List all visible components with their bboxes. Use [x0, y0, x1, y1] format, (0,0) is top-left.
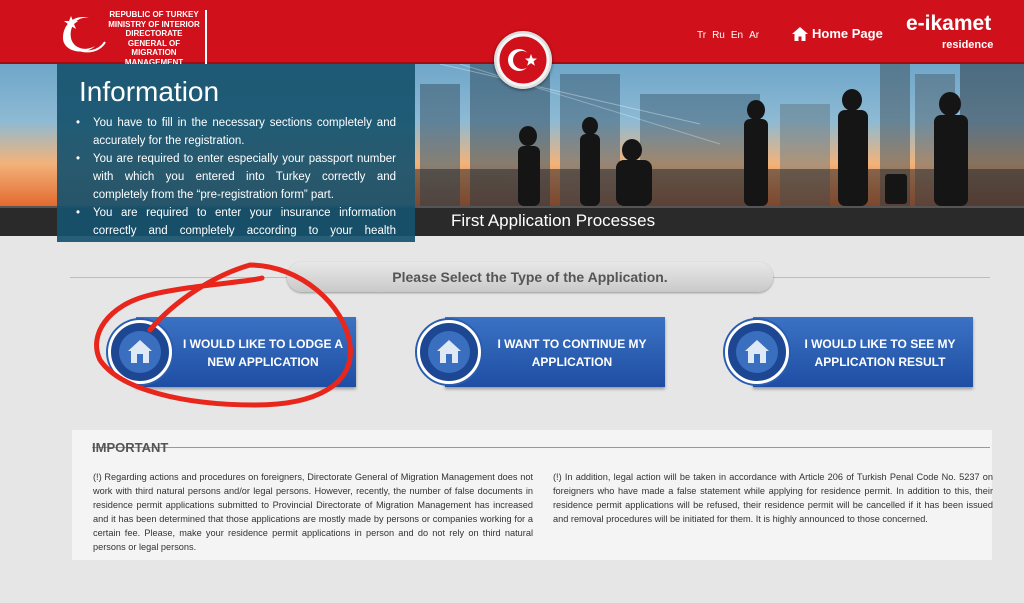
button-label-line: APPLICATION RESULT: [814, 355, 946, 369]
important-divider: [92, 447, 990, 448]
important-title: IMPORTANT: [92, 440, 169, 455]
button-label: I WANT TO CONTINUE MY APPLICATION: [481, 335, 663, 371]
important-notice-right: (!) In addition, legal action will be ta…: [553, 472, 993, 524]
home-icon: [792, 26, 808, 41]
turkish-flag-icon: [496, 33, 550, 87]
button-label: I WOULD LIKE TO SEE MY APPLICATION RESUL…: [789, 335, 971, 371]
button-label-line: I WANT TO CONTINUE MY: [497, 337, 647, 351]
information-panel: Information You have to fill in the nece…: [57, 64, 415, 242]
house-icon: [428, 331, 470, 373]
select-type-heading: Please Select the Type of the Applicatio…: [392, 269, 668, 285]
language-selector: Tr Ru En Ar: [697, 30, 759, 41]
important-notice-left: (!) Regarding actions and procedures on …: [93, 472, 533, 552]
button-icon-circle: [417, 320, 481, 384]
lang-ar[interactable]: Ar: [749, 30, 759, 41]
continue-application-button[interactable]: I WANT TO CONTINUE MY APPLICATION: [417, 317, 665, 387]
lodge-new-application-button[interactable]: I WOULD LIKE TO LODGE A NEW APPLICATION: [108, 317, 356, 387]
button-label-line: APPLICATION: [531, 355, 613, 369]
brand-line: MINISTRY OF INTERIOR: [108, 19, 200, 29]
button-icon-circle: [725, 320, 789, 384]
button-label-line: I WOULD LIKE TO SEE MY: [804, 337, 956, 351]
e-ikamet-wordmark: e-ikamet: [906, 12, 992, 35]
button-label-line: I WOULD LIKE TO LODGE A: [183, 337, 343, 351]
ministry-logo[interactable]: REPUBLIC OF TURKEY MINISTRY OF INTERIOR …: [55, 8, 207, 67]
information-item: You are required to enter especially you…: [76, 150, 396, 204]
see-application-result-button[interactable]: I WOULD LIKE TO SEE MY APPLICATION RESUL…: [725, 317, 973, 387]
e-ikamet-subtitle: residence: [942, 39, 994, 51]
house-icon: [119, 331, 161, 373]
button-label-line: NEW APPLICATION: [207, 355, 319, 369]
information-item: You have to fill in the necessary sectio…: [76, 114, 396, 150]
brand-line: REPUBLIC OF TURKEY: [109, 10, 199, 19]
lang-ru[interactable]: Ru: [712, 30, 725, 41]
information-title: Information: [79, 76, 220, 107]
e-ikamet-logo[interactable]: e-ikamet residence: [906, 12, 1006, 56]
turkish-flag-badge: [494, 31, 552, 89]
home-page-link[interactable]: Home Page: [792, 26, 883, 41]
select-type-bar: Please Select the Type of the Applicatio…: [287, 262, 773, 292]
lang-en[interactable]: En: [731, 30, 743, 41]
information-item: You are required to enter your insurance…: [76, 204, 396, 242]
crescent-star-icon: [63, 16, 106, 53]
page-title: First Application Processes: [451, 211, 656, 230]
button-label: I WOULD LIKE TO LODGE A NEW APPLICATION: [172, 335, 354, 371]
lang-tr[interactable]: Tr: [697, 30, 706, 41]
house-icon: [736, 331, 778, 373]
information-list: You have to fill in the necessary sectio…: [76, 114, 396, 242]
home-page-label: Home Page: [812, 26, 883, 41]
ministry-name: REPUBLIC OF TURKEY MINISTRY OF INTERIOR …: [107, 10, 207, 67]
button-icon-circle: [108, 320, 172, 384]
brand-line: DIRECTORATE GENERAL OF: [125, 29, 183, 48]
